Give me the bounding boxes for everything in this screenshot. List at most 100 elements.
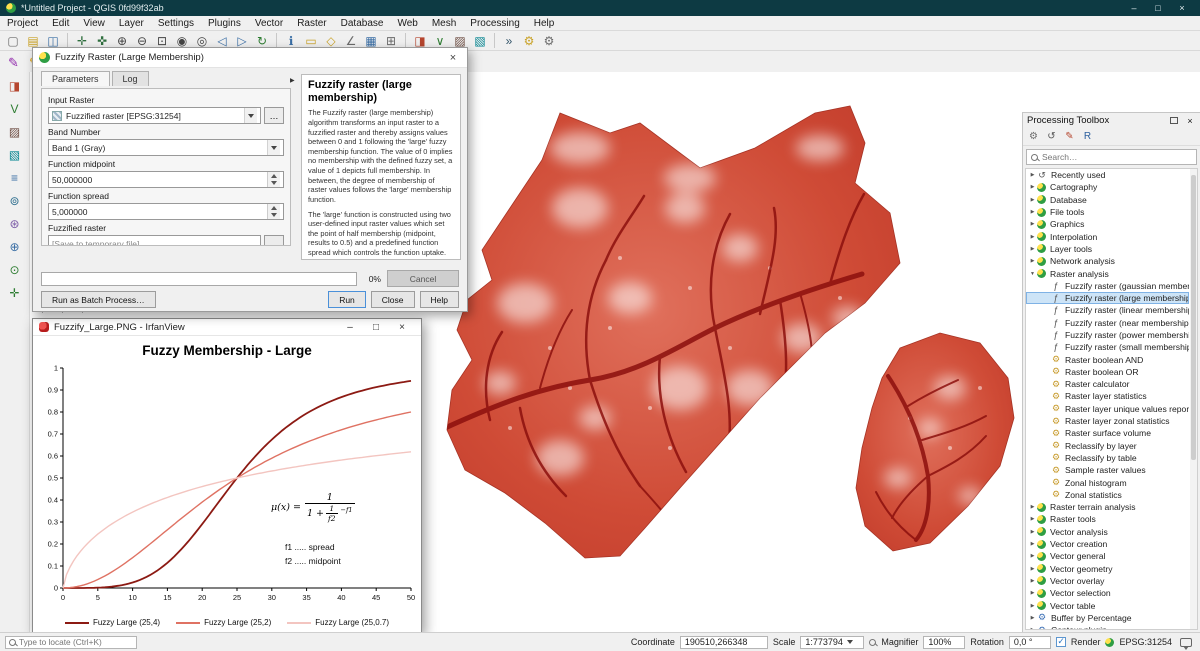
menu-settings[interactable]: Settings bbox=[151, 18, 201, 29]
epsg-label[interactable]: EPSG:31254 bbox=[1119, 637, 1172, 647]
spread-spinbox[interactable]: 5,000000 bbox=[48, 203, 284, 220]
toolbox-scrollbar[interactable] bbox=[1190, 169, 1197, 629]
toolbox-item[interactable]: ▶Vector general bbox=[1026, 550, 1189, 562]
toolbox-item[interactable]: ▶Vector table bbox=[1026, 599, 1189, 611]
options-icon[interactable]: ⚙ bbox=[540, 32, 558, 50]
chevron-collapsed-icon[interactable]: ▶ bbox=[1028, 197, 1037, 203]
toolbox-item[interactable]: ▶Vector analysis bbox=[1026, 526, 1189, 538]
toolbox-wrench-icon[interactable]: ⚙ bbox=[1026, 129, 1041, 144]
menu-plugins[interactable]: Plugins bbox=[201, 18, 248, 29]
chevron-collapsed-icon[interactable]: ▶ bbox=[1028, 627, 1037, 630]
irfanview-minimize-button[interactable]: – bbox=[337, 322, 363, 333]
menu-project[interactable]: Project bbox=[0, 18, 45, 29]
add-mesh-layer-icon[interactable]: ▧ bbox=[471, 32, 489, 50]
add-delimited-text-icon[interactable]: ≡ bbox=[6, 169, 24, 187]
toolbox-item[interactable]: ⚙Zonal histogram bbox=[1026, 476, 1189, 488]
locate-input[interactable] bbox=[19, 637, 133, 647]
crs-icon[interactable] bbox=[1105, 638, 1114, 647]
python-console-icon[interactable]: » bbox=[500, 32, 518, 50]
chevron-collapsed-icon[interactable]: ▶ bbox=[1028, 529, 1037, 535]
toolbox-item[interactable]: ⚙Raster boolean AND bbox=[1026, 353, 1189, 365]
toolbox-item[interactable]: ⚙Raster boolean OR bbox=[1026, 366, 1189, 378]
toolbox-r-icon[interactable]: R bbox=[1080, 129, 1095, 144]
current-edits-icon[interactable]: ✎ bbox=[4, 53, 23, 72]
spinner-arrows-icon[interactable] bbox=[267, 204, 280, 219]
toolbox-item[interactable]: ƒFuzzify raster (near membership) bbox=[1026, 317, 1189, 329]
spinner-arrows-icon[interactable] bbox=[267, 172, 280, 187]
toolbox-item[interactable]: ▶Network analysis bbox=[1026, 255, 1189, 267]
toolbox-item[interactable]: ƒFuzzify raster (large membership) bbox=[1026, 292, 1189, 304]
menu-help[interactable]: Help bbox=[527, 18, 562, 29]
toolbox-item[interactable]: ▶Raster tools bbox=[1026, 513, 1189, 525]
toolbox-item[interactable]: ▶Graphics bbox=[1026, 218, 1189, 230]
messages-icon[interactable] bbox=[1180, 638, 1192, 647]
toolbox-item[interactable]: ⚙Raster layer statistics bbox=[1026, 390, 1189, 402]
toolbox-item[interactable]: ƒFuzzify raster (small membership) bbox=[1026, 341, 1189, 353]
output-file-input[interactable]: [Save to temporary file] bbox=[48, 235, 261, 246]
chevron-collapsed-icon[interactable]: ▶ bbox=[1028, 578, 1037, 584]
chevron-collapsed-icon[interactable]: ▶ bbox=[1028, 209, 1037, 215]
toolbox-item[interactable]: ⚙Sample raster values bbox=[1026, 464, 1189, 476]
chevron-collapsed-icon[interactable]: ▶ bbox=[1028, 184, 1037, 190]
tab-log[interactable]: Log bbox=[112, 71, 149, 86]
menu-view[interactable]: View bbox=[76, 18, 112, 29]
new-shapefile-layer-icon[interactable]: ✛ bbox=[6, 284, 24, 302]
tab-parameters[interactable]: Parameters bbox=[41, 71, 110, 86]
toolbox-item[interactable]: ▶⚙Contour plugin bbox=[1026, 624, 1189, 630]
add-raster-layer-icon[interactable]: ▨ bbox=[6, 123, 24, 141]
coordinate-value[interactable]: 190510,266348 bbox=[680, 636, 768, 649]
chevron-collapsed-icon[interactable]: ▶ bbox=[1028, 603, 1037, 609]
chevron-collapsed-icon[interactable]: ▶ bbox=[1028, 553, 1037, 559]
input-raster-browse-button[interactable]: … bbox=[264, 107, 284, 124]
processing-toolbox-icon[interactable]: ⚙ bbox=[520, 32, 538, 50]
toolbox-item[interactable]: ⚙Raster surface volume bbox=[1026, 427, 1189, 439]
irfanview-close-button[interactable]: × bbox=[389, 322, 415, 333]
add-mesh-layer-icon[interactable]: ▧ bbox=[6, 146, 24, 164]
magnifier-value[interactable]: 100% bbox=[923, 636, 965, 649]
add-vector-layer-icon[interactable]: V bbox=[6, 100, 24, 118]
toolbox-history-icon[interactable]: ↺ bbox=[1044, 129, 1059, 144]
toolbox-edit-icon[interactable]: ✎ bbox=[1062, 129, 1077, 144]
dialog-close-button[interactable]: × bbox=[445, 52, 461, 64]
chevron-collapsed-icon[interactable]: ▶ bbox=[1028, 541, 1037, 547]
toolbox-item[interactable]: ⚙Zonal statistics bbox=[1026, 489, 1189, 501]
toolbox-item[interactable]: ▶File tools bbox=[1026, 206, 1189, 218]
close-button[interactable]: Close bbox=[371, 291, 415, 308]
window-maximize-button[interactable]: □ bbox=[1146, 3, 1170, 13]
menu-layer[interactable]: Layer bbox=[112, 18, 151, 29]
add-wms-icon[interactable]: ⊕ bbox=[6, 238, 24, 256]
toolbox-item[interactable]: ƒFuzzify raster (power membership) bbox=[1026, 329, 1189, 341]
toolbox-item[interactable]: ⚙Raster layer zonal statistics bbox=[1026, 415, 1189, 427]
collapse-arrow-icon[interactable]: ▶ bbox=[290, 77, 295, 84]
chevron-collapsed-icon[interactable]: ▶ bbox=[1028, 516, 1037, 522]
chevron-collapsed-icon[interactable]: ▶ bbox=[1028, 258, 1037, 264]
scrollbar-thumb[interactable] bbox=[1191, 175, 1196, 460]
open-data-source-manager-icon[interactable]: ◨ bbox=[6, 77, 24, 95]
new-project-icon[interactable]: ▢ bbox=[4, 32, 22, 50]
toolbox-item[interactable]: ⚙Reclassify by layer bbox=[1026, 440, 1189, 452]
rotation-value[interactable]: 0,0 ° bbox=[1009, 636, 1051, 649]
toolbox-item[interactable]: ▼Raster analysis bbox=[1026, 267, 1189, 279]
toolbox-item[interactable]: ▶Database bbox=[1026, 194, 1189, 206]
window-close-button[interactable]: × bbox=[1170, 3, 1194, 13]
toolbox-item[interactable]: ▶Vector overlay bbox=[1026, 575, 1189, 587]
batch-button[interactable]: Run as Batch Process… bbox=[41, 291, 156, 308]
chevron-collapsed-icon[interactable]: ▶ bbox=[1028, 590, 1037, 596]
toolbox-item[interactable]: ⚙Raster calculator bbox=[1026, 378, 1189, 390]
menu-web[interactable]: Web bbox=[390, 18, 424, 29]
window-minimize-button[interactable]: – bbox=[1122, 3, 1146, 13]
band-combo[interactable]: Band 1 (Gray) bbox=[48, 139, 284, 156]
toolbox-item[interactable]: ⚙Raster layer unique values report bbox=[1026, 403, 1189, 415]
toolbox-item[interactable]: ▶Layer tools bbox=[1026, 243, 1189, 255]
menu-edit[interactable]: Edit bbox=[45, 18, 76, 29]
cancel-button[interactable]: Cancel bbox=[387, 270, 459, 287]
chevron-collapsed-icon[interactable]: ▶ bbox=[1028, 504, 1037, 510]
run-button[interactable]: Run bbox=[328, 291, 366, 308]
toolbox-item[interactable]: ▶Vector geometry bbox=[1026, 563, 1189, 575]
add-wfs-icon[interactable]: ⊙ bbox=[6, 261, 24, 279]
toolbox-item[interactable]: ▶Vector creation bbox=[1026, 538, 1189, 550]
chevron-collapsed-icon[interactable]: ▶ bbox=[1028, 246, 1037, 252]
output-browse-button[interactable]: … bbox=[264, 235, 284, 246]
chevron-collapsed-icon[interactable]: ▶ bbox=[1028, 615, 1037, 621]
toolbox-item[interactable]: ▶↺Recently used bbox=[1026, 169, 1189, 181]
